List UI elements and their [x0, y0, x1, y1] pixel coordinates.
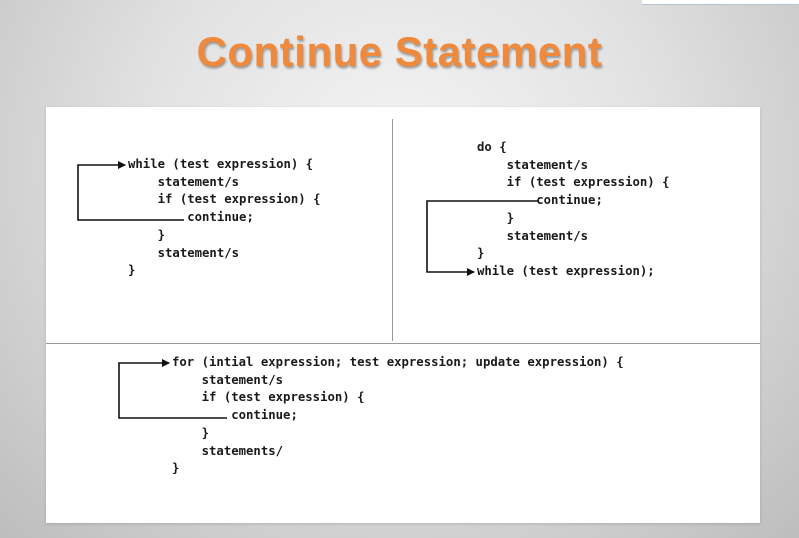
for-continue-arrow: [118, 359, 227, 419]
corner-tab: [642, 0, 799, 5]
flow-arrows: [77, 161, 538, 419]
do-while-continue-arrow: [426, 200, 538, 276]
code-panel: while (test expression) { statement/s if…: [46, 107, 760, 523]
slide-title: Continue Statement: [196, 28, 603, 75]
while-continue-arrow: [77, 161, 184, 221]
